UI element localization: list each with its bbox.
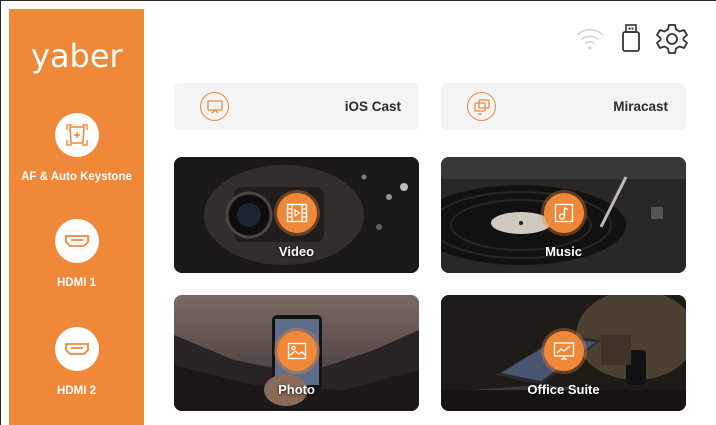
settings-gear-icon[interactable]: [655, 22, 689, 56]
music-note-icon: [543, 193, 584, 233]
photo-label: Photo: [278, 382, 315, 397]
yaber-logo: yaber: [31, 37, 124, 75]
office-suite-tile[interactable]: Office Suite: [441, 295, 686, 411]
ios-cast-label: iOS Cast: [344, 99, 401, 114]
office-suite-label: Office Suite: [527, 382, 600, 397]
chart-screen-icon: [543, 331, 584, 371]
keystone-icon: [54, 113, 99, 157]
video-label: Video: [278, 244, 315, 259]
sidebar-item-label: AF & Auto Keystone: [21, 171, 132, 183]
mirror-screens-icon: [467, 92, 496, 121]
miracast-label: Miracast: [613, 99, 668, 114]
film-icon: [276, 193, 317, 233]
music-tile[interactable]: Music: [441, 157, 686, 273]
sidebar-item-label: HDMI 1: [57, 277, 96, 289]
miracast-button[interactable]: Miracast: [441, 83, 686, 130]
sidebar-item-hdmi-2[interactable]: HDMI 2: [9, 327, 144, 397]
sidebar-item-af-keystone[interactable]: AF & Auto Keystone: [9, 113, 144, 183]
video-tile[interactable]: Video: [174, 157, 419, 273]
usb-drive-icon[interactable]: [620, 22, 642, 54]
photo-tile[interactable]: Photo: [174, 295, 419, 411]
wifi-icon[interactable]: [574, 22, 606, 54]
sidebar-item-label: HDMI 2: [57, 385, 96, 397]
music-label: Music: [545, 244, 582, 259]
hdmi-icon: [54, 327, 99, 371]
svg-text:yaber: yaber: [31, 37, 124, 75]
hdmi-icon: [54, 219, 99, 263]
screen-cast-icon: [200, 92, 229, 121]
sidebar-item-hdmi-1[interactable]: HDMI 1: [9, 219, 144, 289]
image-icon: [276, 331, 317, 371]
sidebar: yaber AF & Auto Keystone HDMI 1 HDMI 2: [9, 9, 144, 425]
ios-cast-button[interactable]: iOS Cast: [174, 83, 419, 130]
